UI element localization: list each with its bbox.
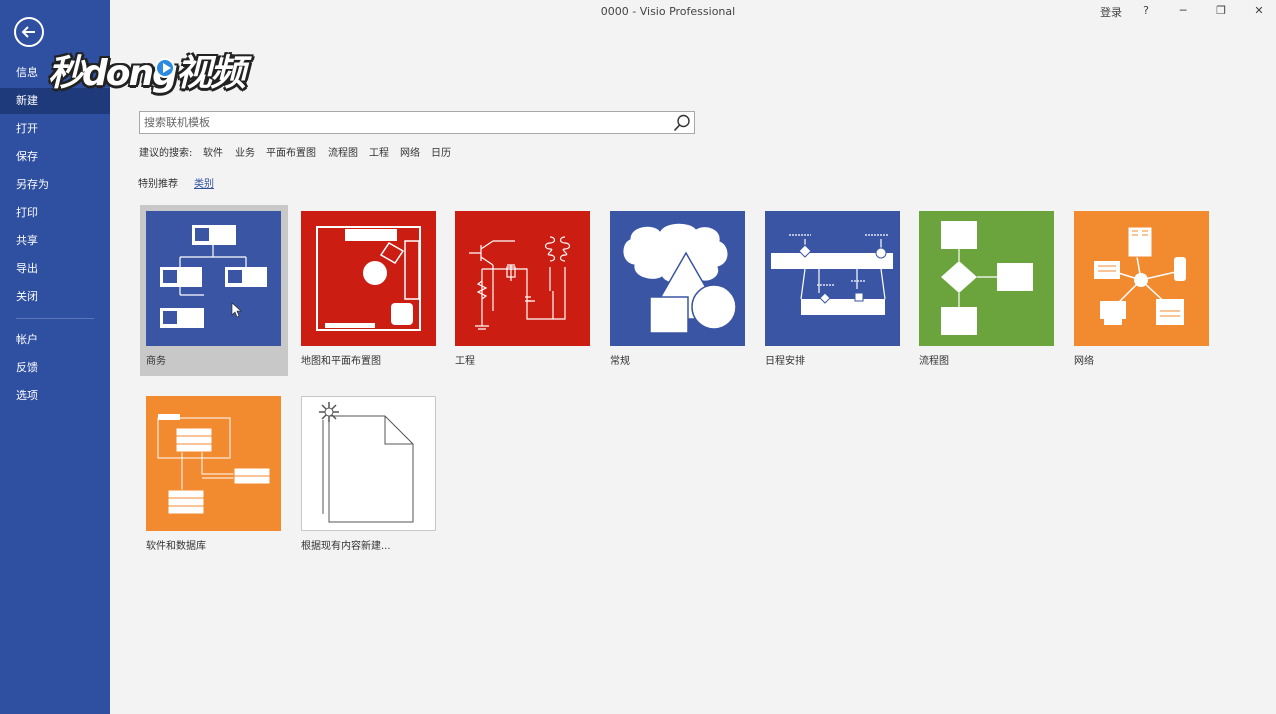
sidebar-item-close[interactable]: 关闭 bbox=[0, 284, 110, 310]
sidebar-item-feedback[interactable]: 反馈 bbox=[0, 355, 110, 381]
video-watermark-logo: 秒dong视频 bbox=[48, 42, 246, 94]
filter-featured[interactable]: 特别推荐 bbox=[138, 175, 178, 190]
circuit-diagram-icon bbox=[455, 211, 590, 346]
template-label: 商务 bbox=[146, 356, 166, 367]
template-label: 软件和数据库 bbox=[146, 541, 206, 552]
minimize-button[interactable]: ─ bbox=[1176, 4, 1190, 17]
suggested-search-software[interactable]: 软件 bbox=[203, 144, 223, 159]
template-engineering[interactable]: 工程 bbox=[455, 211, 590, 367]
sidebar-item-account[interactable]: 帐户 bbox=[0, 327, 110, 353]
sidebar-item-share[interactable]: 共享 bbox=[0, 228, 110, 254]
template-search-box bbox=[139, 111, 695, 134]
template-flowchart[interactable]: 流程图 bbox=[919, 211, 1054, 367]
template-label: 根据现有内容新建... bbox=[301, 541, 391, 552]
uml-database-icon bbox=[146, 396, 281, 531]
filter-categories[interactable]: 类别 bbox=[194, 175, 214, 190]
suggested-search-engineering[interactable]: 工程 bbox=[369, 144, 389, 159]
sidebar-item-save-as[interactable]: 另存为 bbox=[0, 172, 110, 198]
network-diagram-icon bbox=[1074, 211, 1209, 346]
template-general[interactable]: 常规 bbox=[610, 211, 745, 367]
title-bar: 0000 - Visio Professional 登录 ? ─ ❐ ✕ bbox=[110, 0, 1276, 24]
suggested-search-network[interactable]: 网络 bbox=[400, 144, 420, 159]
back-arrow-icon[interactable] bbox=[14, 17, 44, 47]
template-maps-floor-plans[interactable]: 地图和平面布置图 bbox=[301, 211, 436, 367]
timeline-schedule-icon bbox=[765, 211, 900, 346]
sidebar-item-export[interactable]: 导出 bbox=[0, 256, 110, 282]
search-input[interactable] bbox=[144, 114, 664, 131]
close-button[interactable]: ✕ bbox=[1252, 4, 1266, 17]
watermark-text: 秒dong视频 bbox=[48, 53, 246, 94]
flowchart-icon bbox=[919, 211, 1054, 346]
sidebar-item-print[interactable]: 打印 bbox=[0, 200, 110, 226]
floor-plan-icon bbox=[301, 211, 436, 346]
template-software-database[interactable]: 软件和数据库 bbox=[146, 396, 281, 552]
search-icon[interactable] bbox=[672, 113, 692, 133]
sidebar-item-options[interactable]: 选项 bbox=[0, 383, 110, 409]
business-org-chart-icon bbox=[146, 211, 281, 346]
sidebar-item-save[interactable]: 保存 bbox=[0, 144, 110, 170]
suggested-search-floor-plan[interactable]: 平面布置图 bbox=[266, 144, 316, 159]
template-business[interactable]: 商务 bbox=[146, 211, 281, 367]
sidebar-item-open[interactable]: 打开 bbox=[0, 116, 110, 142]
template-schedule[interactable]: 日程安排 bbox=[765, 211, 900, 367]
new-from-existing-icon bbox=[301, 396, 436, 531]
template-network[interactable]: 网络 bbox=[1074, 211, 1209, 367]
template-label: 日程安排 bbox=[765, 356, 805, 367]
sign-in-link[interactable]: 登录 bbox=[1100, 4, 1122, 20]
template-label: 工程 bbox=[455, 356, 475, 367]
sidebar-divider bbox=[16, 318, 94, 319]
template-label: 流程图 bbox=[919, 356, 949, 367]
suggested-search-business[interactable]: 业务 bbox=[235, 144, 255, 159]
suggested-search-calendar[interactable]: 日历 bbox=[431, 144, 451, 159]
template-label: 常规 bbox=[610, 356, 630, 367]
basic-shapes-icon bbox=[610, 211, 745, 346]
help-button[interactable]: ? bbox=[1140, 4, 1152, 17]
template-new-from-existing[interactable]: 根据现有内容新建... bbox=[301, 396, 436, 552]
play-icon bbox=[155, 58, 175, 78]
restore-button[interactable]: ❐ bbox=[1214, 4, 1228, 17]
template-label: 网络 bbox=[1074, 356, 1094, 367]
suggested-searches-label: 建议的搜索: bbox=[139, 148, 193, 159]
template-label: 地图和平面布置图 bbox=[301, 356, 381, 367]
suggested-search-flowchart[interactable]: 流程图 bbox=[328, 144, 358, 159]
backstage-sidebar: 信息 新建 打开 保存 另存为 打印 共享 导出 关闭 帐户 反馈 选项 bbox=[0, 0, 110, 714]
